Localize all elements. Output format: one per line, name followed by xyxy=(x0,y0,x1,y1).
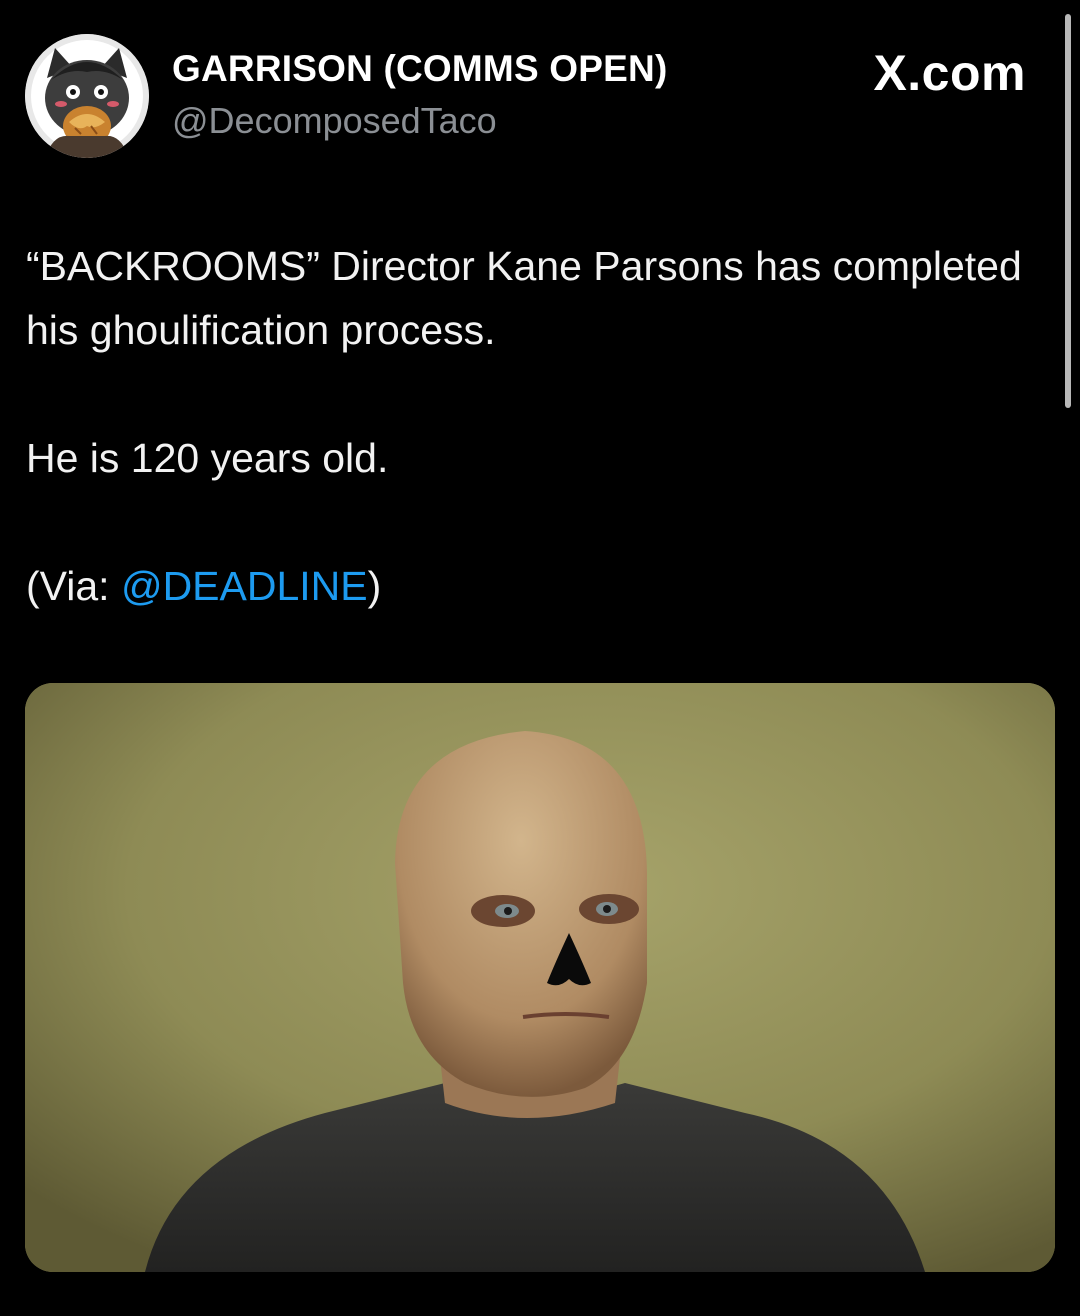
tweet-media-image[interactable] xyxy=(25,683,1055,1272)
avatar-cartoon-icon xyxy=(25,34,149,158)
scrollbar[interactable] xyxy=(1065,14,1071,408)
tweet-line-headline: “BACKROOMS” Director Kane Parsons has co… xyxy=(26,243,1022,353)
display-name[interactable]: GARRISON (COMMS OPEN) xyxy=(172,48,667,90)
mention-link[interactable]: @DEADLINE xyxy=(121,563,368,609)
via-prefix: (Via: xyxy=(26,563,121,609)
tweet-line-age: He is 120 years old. xyxy=(26,435,389,481)
user-handle[interactable]: @DecomposedTaco xyxy=(172,100,497,142)
portrait-image xyxy=(25,683,1055,1272)
tweet-body: “BACKROOMS” Director Kane Parsons has co… xyxy=(26,234,1026,618)
tweet-screenshot: GARRISON (COMMS OPEN) @DecomposedTaco X.… xyxy=(0,0,1080,1316)
tweet-line-via: (Via: @DEADLINE) xyxy=(26,554,1026,618)
avatar[interactable] xyxy=(25,34,149,158)
via-suffix: ) xyxy=(367,563,382,609)
brand-watermark: X.com xyxy=(873,45,1026,101)
